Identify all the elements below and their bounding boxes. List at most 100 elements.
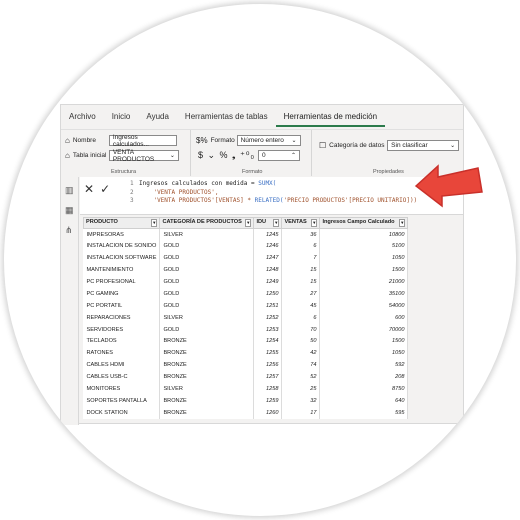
table-cell[interactable]: SOPORTES PANTALLA [83, 394, 161, 407]
table-cell[interactable]: GOLD [159, 264, 255, 277]
table-row[interactable]: INSTALACION DE SONIDO GOLD 1246 6 5100 [83, 240, 409, 253]
table-cell[interactable]: 1246 [253, 240, 283, 253]
table-cell[interactable]: 1260 [253, 406, 283, 419]
table-cell[interactable]: BRONZE [159, 347, 255, 360]
table-cell[interactable]: 1251 [253, 299, 283, 312]
dropdown-icon[interactable]: ▾ [245, 219, 252, 227]
table-cell[interactable]: 36 [281, 228, 321, 241]
table-cell[interactable]: SILVER [159, 383, 255, 395]
table-cell[interactable]: 5100 [319, 240, 409, 253]
table-cell[interactable]: 1257 [253, 371, 283, 384]
table-cell[interactable]: 70000 [319, 323, 409, 336]
table-cell[interactable]: 15 [281, 276, 321, 288]
table-cell[interactable]: 21000 [319, 276, 409, 288]
table-cell[interactable]: 7 [281, 252, 321, 265]
table-cell[interactable]: 17 [281, 406, 321, 419]
table-cell[interactable]: 1253 [253, 323, 283, 336]
table-cell[interactable]: 8750 [319, 383, 409, 395]
table-cell[interactable]: GOLD [159, 323, 255, 336]
table-cell[interactable]: INSTALACION SOFTWARE [83, 252, 161, 265]
dropdown-icon[interactable]: ▾ [151, 219, 158, 227]
table-cell[interactable]: 10800 [319, 228, 409, 241]
table-cell[interactable]: PC GAMING [83, 287, 161, 300]
column-header[interactable]: IDU ▾ [253, 217, 283, 229]
table-cell[interactable]: RATONES [83, 347, 161, 360]
table-cell[interactable]: 70 [281, 323, 321, 336]
column-header[interactable]: Ingresos Campo Calculado ▾ [319, 217, 409, 229]
tab-archivo[interactable]: Archivo [61, 109, 104, 127]
table-cell[interactable]: 54000 [319, 299, 409, 312]
table-cell[interactable]: 1256 [253, 359, 283, 372]
table-cell[interactable]: 1258 [253, 383, 283, 395]
table-cell[interactable]: 1249 [253, 276, 283, 288]
table-cell[interactable]: BRONZE [159, 371, 255, 384]
table-row[interactable]: IMPRESORAS SILVER 1245 36 10800 [83, 228, 409, 241]
table-row[interactable]: INSTALACION SOFTWARE GOLD 1247 7 1050 [83, 252, 409, 265]
table-cell[interactable]: CABLES HDMI [83, 359, 161, 372]
tabla-inicial-select[interactable]: VENTA PRODUCTOS ⌄ [108, 149, 179, 163]
table-cell[interactable]: 1500 [319, 264, 409, 277]
table-cell[interactable]: PC PROFESIONAL [83, 276, 161, 288]
table-cell[interactable]: 32 [281, 394, 321, 407]
table-cell[interactable]: CABLES USB-C [83, 371, 161, 384]
table-cell[interactable]: MANTENIMIENTO [83, 264, 161, 277]
tab-inicio[interactable]: Inicio [104, 109, 139, 127]
table-cell[interactable]: 1050 [319, 252, 409, 265]
table-cell[interactable]: 6 [281, 311, 321, 324]
table-row[interactable]: CABLES HDMI BRONZE 1256 74 592 [83, 359, 409, 372]
table-row[interactable]: MONITORES SILVER 1258 25 8750 [83, 383, 409, 395]
table-row[interactable]: PC PROFESIONAL GOLD 1249 15 21000 [83, 276, 409, 288]
table-cell[interactable]: PC PORTATIL [83, 299, 161, 312]
column-header[interactable]: VENTAS ▾ [281, 217, 321, 229]
dropdown-icon[interactable]: ▾ [311, 219, 318, 227]
table-cell[interactable]: REPARACIONES [83, 311, 161, 324]
report-view-icon[interactable]: ▥ [65, 185, 74, 196]
table-cell[interactable]: 1252 [253, 311, 283, 324]
checkbox-icon[interactable]: ☐ [319, 141, 326, 150]
table-cell[interactable]: GOLD [159, 276, 255, 288]
nombre-input[interactable]: Ingresos calculados... [108, 134, 177, 148]
table-cell[interactable]: INSTALACION DE SONIDO [83, 240, 161, 253]
table-cell[interactable]: 1500 [319, 335, 409, 348]
decimals-stepper[interactable]: 0 ⌃ [258, 150, 300, 161]
table-cell[interactable]: 6 [281, 240, 321, 253]
table-cell[interactable]: 592 [319, 359, 409, 372]
table-cell[interactable]: 600 [319, 311, 409, 324]
table-row[interactable]: CABLES USB-C BRONZE 1257 52 208 [83, 371, 409, 384]
table-cell[interactable]: 1245 [253, 228, 283, 241]
model-view-icon[interactable]: ⋔ [65, 225, 73, 236]
table-cell[interactable]: SERVIDORES [83, 323, 161, 336]
table-cell[interactable]: GOLD [159, 299, 255, 312]
table-cell[interactable]: BRONZE [159, 335, 255, 348]
formato-select[interactable]: Número entero ⌄ [236, 135, 301, 146]
dropdown-icon[interactable]: ▾ [399, 219, 406, 227]
table-cell[interactable]: BRONZE [159, 359, 255, 372]
table-row[interactable]: MANTENIMIENTO GOLD 1248 15 1500 [83, 264, 409, 277]
table-cell[interactable]: IMPRESORAS [83, 228, 161, 241]
table-cell[interactable]: BRONZE [159, 394, 255, 407]
table-view-icon[interactable]: ▦ [65, 205, 74, 216]
table-cell[interactable]: SILVER [159, 228, 255, 241]
table-cell[interactable]: 35100 [319, 287, 409, 300]
table-cell[interactable]: TECLADOS [83, 335, 161, 348]
table-cell[interactable]: SILVER [159, 311, 255, 324]
table-cell[interactable]: 25 [281, 383, 321, 395]
table-cell[interactable]: 1250 [253, 287, 283, 300]
table-cell[interactable]: 1255 [253, 347, 283, 360]
table-row[interactable]: PC PORTATIL GOLD 1251 45 54000 [83, 299, 409, 312]
table-cell[interactable]: 50 [281, 335, 321, 348]
column-header[interactable]: PRODUCTO ▾ [82, 217, 161, 229]
table-row[interactable]: REPARACIONES SILVER 1252 6 600 [83, 311, 409, 324]
table-cell[interactable]: 27 [281, 287, 321, 300]
table-cell[interactable]: 42 [281, 347, 321, 360]
table-cell[interactable]: MONITORES [83, 383, 161, 395]
close-icon[interactable]: ✕ [84, 182, 94, 196]
tab-ayuda[interactable]: Ayuda [138, 109, 177, 127]
table-cell[interactable]: 74 [281, 359, 321, 372]
table-cell[interactable]: 1254 [253, 335, 283, 348]
table-cell[interactable]: 1259 [253, 394, 283, 407]
dax-editor[interactable]: 1 Ingresos calculados con medida = SUMX( … [130, 180, 417, 206]
column-header[interactable]: CATEGORÍA DE PRODUCTOS ▾ [159, 217, 255, 229]
table-cell[interactable]: 1248 [253, 264, 283, 277]
table-row[interactable]: DOCK STATION BRONZE 1260 17 595 [83, 406, 409, 419]
